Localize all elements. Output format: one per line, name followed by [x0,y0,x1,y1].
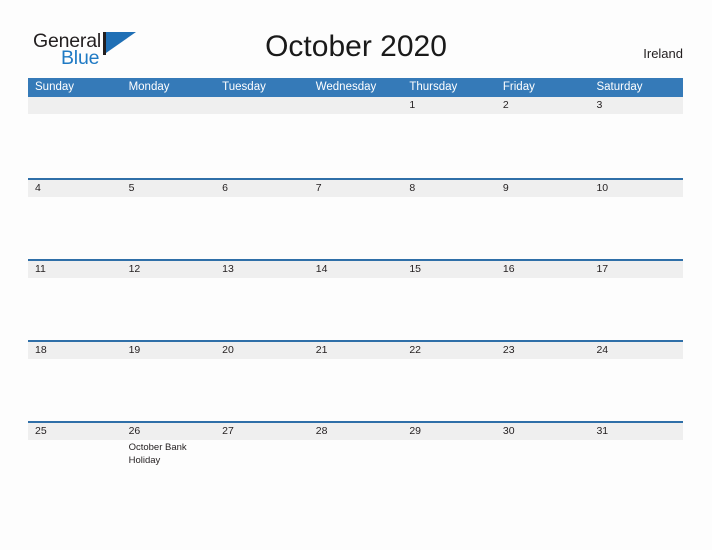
day-number-8[interactable]: 8 [402,180,496,197]
week-date-band: 25 26 27 28 29 30 31 [28,423,683,440]
day-number-12[interactable]: 12 [122,261,216,278]
day-number-25[interactable]: 25 [28,423,122,440]
day-number-1[interactable]: 1 [402,97,496,114]
day-number-empty [122,97,216,114]
day-number-30[interactable]: 30 [496,423,590,440]
day-cell-empty [309,114,403,174]
day-number-15[interactable]: 15 [402,261,496,278]
day-number-7[interactable]: 7 [309,180,403,197]
day-cell-empty [215,359,309,419]
calendar-week-row: 18 19 20 21 22 23 24 [28,340,683,421]
day-cell-empty [309,359,403,419]
week-event-band [28,197,683,257]
day-event-26[interactable]: October Bank Holiday [122,440,216,500]
page-title: October 2020 [265,30,447,63]
day-number-13[interactable]: 13 [215,261,309,278]
day-number-11[interactable]: 11 [28,261,122,278]
day-cell-empty [28,440,122,500]
day-cell-empty [496,114,590,174]
day-cell-empty [28,359,122,419]
day-cell-empty [309,197,403,257]
day-cell-empty [589,197,683,257]
calendar-week-row: 123 [28,97,683,178]
week-date-band: 4 5 6 7 8 9 10 [28,180,683,197]
day-cell-empty [496,440,590,500]
day-header-monday: Monday [128,81,170,93]
page-header: General Blue October 2020 Ireland [0,0,712,78]
day-number-29[interactable]: 29 [402,423,496,440]
day-number-4[interactable]: 4 [28,180,122,197]
week-event-band [28,278,683,338]
day-cell-empty [402,440,496,500]
week-event-band [28,359,683,419]
day-cell-empty [496,278,590,338]
week-date-band: 123 [28,97,683,114]
day-cell-empty [309,278,403,338]
calendar-grid: Sunday Monday Tuesday Wednesday Thursday Frid… [28,78,683,502]
day-cell-empty [122,197,216,257]
day-number-27[interactable]: 27 [215,423,309,440]
day-number-3[interactable]: 3 [589,97,683,114]
day-number-19[interactable]: 19 [122,342,216,359]
day-cell-empty [122,114,216,174]
day-cell-empty [122,278,216,338]
day-of-week-header-row: Sunday Monday Tuesday Wednesday Thursday Frid… [28,78,683,97]
day-number-20[interactable]: 20 [215,342,309,359]
day-number-empty [309,97,403,114]
day-number-10[interactable]: 10 [589,180,683,197]
week-event-band: October Bank Holiday [28,440,683,500]
day-cell-empty [496,359,590,419]
day-cell-empty [589,114,683,174]
day-cell-empty [215,114,309,174]
day-number-22[interactable]: 22 [402,342,496,359]
day-cell-empty [589,359,683,419]
day-cell-empty [589,440,683,500]
day-number-14[interactable]: 14 [309,261,403,278]
week-date-band: 18 19 20 21 22 23 24 [28,342,683,359]
day-cell-empty [215,197,309,257]
day-number-18[interactable]: 18 [28,342,122,359]
day-header-wednesday: Wednesday [315,81,377,93]
day-number-23[interactable]: 23 [496,342,590,359]
day-number-5[interactable]: 5 [122,180,216,197]
calendar-week-row: 11 12 13 14 15 16 17 [28,259,683,340]
day-cell-empty [402,197,496,257]
day-cell-empty [215,278,309,338]
day-number-26[interactable]: 26 [122,423,216,440]
day-cell-empty [402,359,496,419]
calendar-week-row: 4 5 6 7 8 9 10 [28,178,683,259]
day-header-thursday: Thursday [409,81,458,93]
day-header-sunday: Sunday [35,81,75,93]
day-number-28[interactable]: 28 [309,423,403,440]
day-header-saturday: Saturday [596,81,643,93]
week-date-band: 11 12 13 14 15 16 17 [28,261,683,278]
day-cell-empty [496,197,590,257]
day-number-6[interactable]: 6 [215,180,309,197]
day-cell-empty [28,197,122,257]
week-event-band [28,114,683,174]
day-cell-empty [402,278,496,338]
day-header-friday: Friday [502,81,535,93]
day-number-16[interactable]: 16 [496,261,590,278]
day-number-31[interactable]: 31 [589,423,683,440]
day-number-17[interactable]: 17 [589,261,683,278]
day-cell-empty [122,359,216,419]
day-number-9[interactable]: 9 [496,180,590,197]
day-number-empty [215,97,309,114]
day-number-empty [28,97,122,114]
day-number-24[interactable]: 24 [589,342,683,359]
day-number-21[interactable]: 21 [309,342,403,359]
day-cell-empty [589,278,683,338]
day-cell-empty [215,440,309,500]
day-cell-empty [309,440,403,500]
day-cell-empty [402,114,496,174]
day-header-tuesday: Tuesday [222,81,266,93]
calendar-page: General Blue October 2020 Ireland Sunday… [0,0,712,550]
day-cell-empty [28,278,122,338]
calendar-week-row: 25 26 27 28 29 30 31 October Bank Holiday [28,421,683,502]
day-cell-empty [28,114,122,174]
day-number-2[interactable]: 2 [496,97,590,114]
calendar-weeks: 1 2 3 4 5 6 7 8 9 10 11 12 13 14 15 16 17 18 19 20 21 22 23 24 2… [28,97,683,502]
country-label: Ireland [643,46,683,61]
